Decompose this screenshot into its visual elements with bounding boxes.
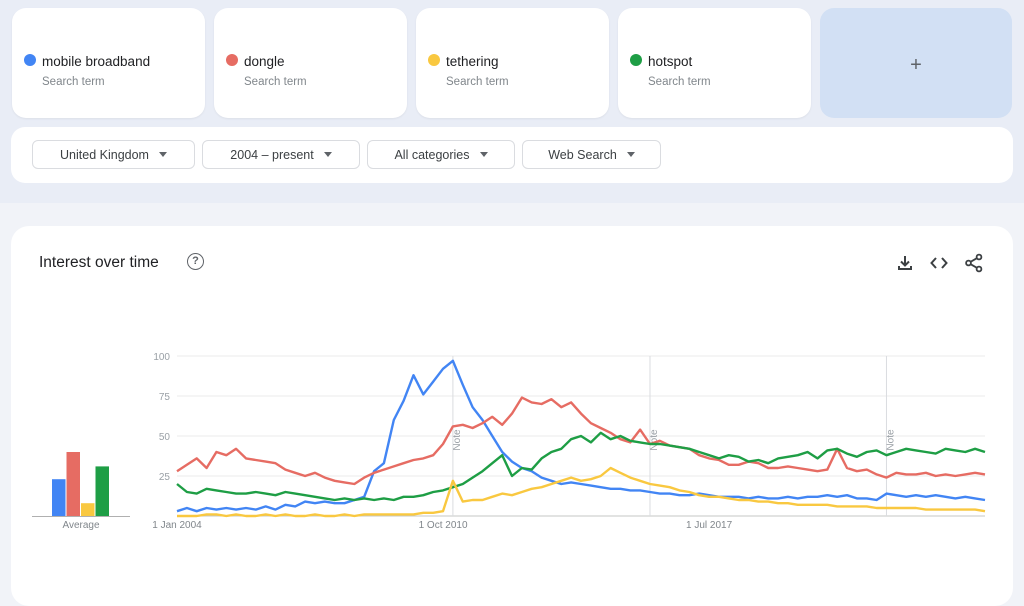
interest-over-time-chart: Average Note Note Note 25 50 75 100 1 Jan 2004… <box>32 352 986 531</box>
x-tick-label: 1 Oct 2010 <box>419 520 468 531</box>
series-line-hotspot <box>176 431 986 502</box>
chart-axis-labels: 25 50 75 100 1 Jan 2004 1 Oct 2010 1 Jul 2017 <box>152 352 732 531</box>
average-bar-chart: Average <box>32 452 130 531</box>
y-tick-label: 25 <box>159 472 171 483</box>
average-bar-hotspot <box>95 466 109 516</box>
average-bar-tethering <box>81 503 95 516</box>
series-line-tethering <box>177 466 986 518</box>
note-label: Note <box>885 429 896 451</box>
chart-series <box>176 359 986 518</box>
note-label: Note <box>649 429 660 451</box>
average-bar-mobile-broadband <box>52 479 66 516</box>
average-bar-dongle <box>66 452 80 516</box>
x-tick-label: 1 Jan 2004 <box>152 520 202 531</box>
series-line-dongle <box>176 396 986 486</box>
y-tick-label: 100 <box>153 352 170 363</box>
x-tick-label: 1 Jul 2017 <box>686 520 733 531</box>
y-tick-label: 75 <box>159 392 171 403</box>
y-tick-label: 50 <box>159 432 171 443</box>
average-label: Average <box>62 520 100 531</box>
note-label: Note <box>452 429 463 451</box>
